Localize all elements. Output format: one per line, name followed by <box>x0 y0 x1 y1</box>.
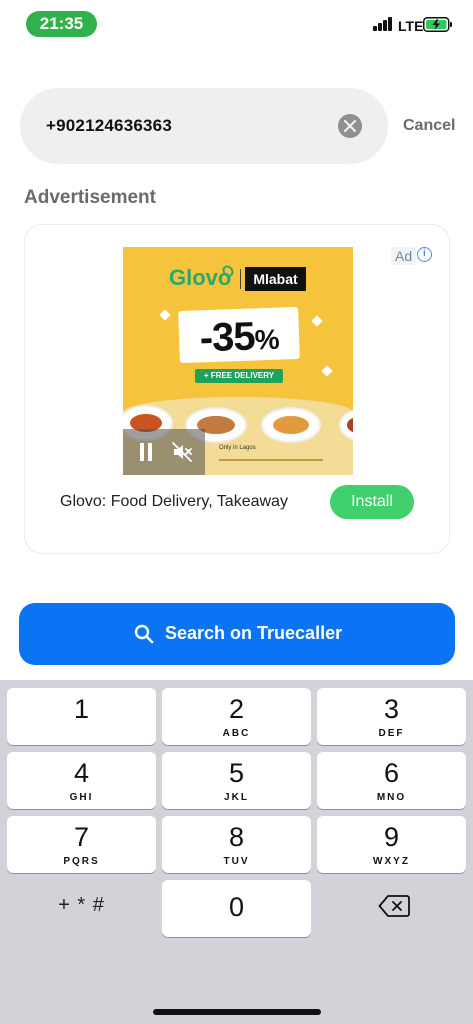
key-letters: GHI <box>69 792 94 803</box>
key-2[interactable]: 2 ABC <box>162 688 311 745</box>
key-digit: 0 <box>228 892 245 922</box>
ad-card[interactable]: Ad i Glovo Mlabat -35% + FREE DELIVERY O… <box>24 224 450 554</box>
advertisement-heading: Advertisement <box>24 187 156 208</box>
talabat-logo: Mlabat <box>245 267 306 291</box>
key-letters: DEF <box>378 728 405 739</box>
info-icon[interactable]: i <box>417 247 432 262</box>
status-time[interactable]: 21:35 <box>26 11 97 37</box>
key-digit: 4 <box>73 758 90 788</box>
key-0[interactable]: 0 <box>162 880 311 937</box>
food-plate <box>261 407 321 443</box>
free-delivery-tag: + FREE DELIVERY <box>195 369 283 383</box>
key-letters: WXYZ <box>373 856 410 867</box>
speaker-muted-icon[interactable] <box>171 441 193 463</box>
cellular-signal-icon <box>373 17 395 31</box>
key-symbols[interactable]: + * # <box>7 882 156 928</box>
sparkle-icon <box>321 365 333 377</box>
key-5[interactable]: 5 JKL <box>162 752 311 809</box>
key-digit: 7 <box>73 822 90 852</box>
search-on-truecaller-button[interactable]: Search on Truecaller <box>19 603 455 665</box>
discount-value: -35% <box>198 314 280 361</box>
sparkle-icon <box>159 309 171 321</box>
clear-circle-icon[interactable] <box>338 114 362 138</box>
ad-app-name: Glovo: Food Delivery, Takeaway <box>60 493 288 510</box>
key-digit: 1 <box>73 694 90 724</box>
status-bar: 21:35 LTE <box>0 0 473 46</box>
pause-icon[interactable] <box>139 443 153 461</box>
key-digit: 3 <box>383 694 400 724</box>
ad-badge: Ad <box>391 247 417 265</box>
key-letters: JKL <box>224 792 249 803</box>
key-digit: 5 <box>228 758 245 788</box>
key-digit: 2 <box>228 694 245 724</box>
search-input[interactable]: +902124636363 <box>46 116 172 136</box>
key-8[interactable]: 8 TUV <box>162 816 311 873</box>
location-note: Only in Lagos <box>219 445 256 451</box>
key-9[interactable]: 9 WXYZ <box>317 816 466 873</box>
key-1[interactable]: 1 <box>7 688 156 745</box>
backspace-icon[interactable] <box>378 894 410 918</box>
home-indicator[interactable] <box>153 1009 321 1015</box>
key-digit: 8 <box>228 822 245 852</box>
key-letters: TUV <box>223 856 250 867</box>
key-digit: 9 <box>383 822 400 852</box>
key-letters: PQRS <box>63 856 100 867</box>
battery-charging-icon <box>423 17 452 32</box>
key-letters: ABC <box>222 728 251 739</box>
phone-search-field[interactable]: +902124636363 <box>20 88 388 164</box>
brand-divider <box>240 269 241 289</box>
cancel-button[interactable]: Cancel <box>403 117 455 135</box>
network-type: LTE <box>398 18 424 34</box>
install-button[interactable]: Install <box>330 485 414 519</box>
key-7[interactable]: 7 PQRS <box>7 816 156 873</box>
key-3[interactable]: 3 DEF <box>317 688 466 745</box>
fine-print <box>219 459 323 461</box>
key-digit: 6 <box>383 758 400 788</box>
sparkle-icon <box>311 315 323 327</box>
ad-banner-image[interactable]: Glovo Mlabat -35% + FREE DELIVERY Only i… <box>123 247 353 475</box>
video-controls <box>123 429 205 475</box>
key-4[interactable]: 4 GHI <box>7 752 156 809</box>
search-icon <box>134 624 154 644</box>
key-letters: MNO <box>376 792 407 803</box>
search-button-label: Search on Truecaller <box>165 623 343 643</box>
key-6[interactable]: 6 MNO <box>317 752 466 809</box>
discount-badge: -35% <box>178 306 300 364</box>
